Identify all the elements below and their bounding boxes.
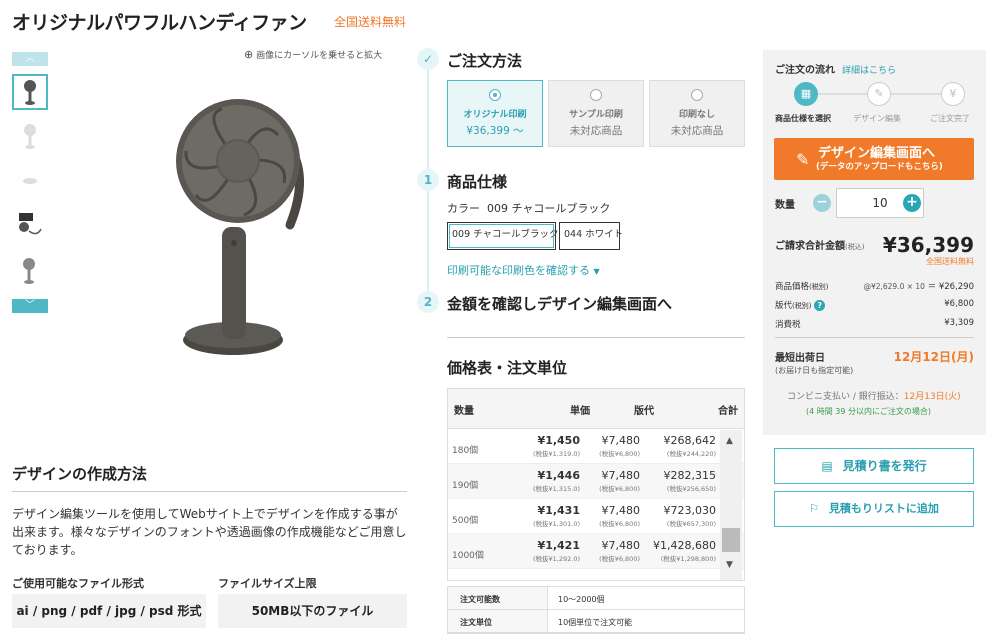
flow-step-2: デザイン編集 [853,114,901,123]
file-formats-label: ご使用可能なファイル形式 [12,577,144,590]
print-color-link[interactable]: 印刷可能な印刷色を確認する ▼ [447,262,600,278]
flow-step-1: 商品仕様を選択 [775,114,831,123]
thumbnail-scroll-up-button[interactable]: ︿ [12,52,48,66]
tax-value: ¥3,309 [944,318,974,328]
price-table-scrollbar[interactable]: ▲ ▼ [720,430,742,580]
thumbnail-5[interactable] [12,254,48,290]
fan-accessories-icon [19,213,42,235]
quantity-increase-button[interactable]: + [903,194,921,212]
convenience-payment-note: コンビニ支払い / 銀行振込：12月13日(火) [787,392,961,402]
thumbnail-4[interactable] [12,206,48,242]
chevron-down-icon: ﹀ [25,300,35,311]
total-label: ご請求合計金額(税込) [775,241,865,252]
radio-icon [691,89,703,101]
order-flow-title: ご注文の流れ 詳細はこちら [775,65,896,76]
thumbnail-1[interactable] [12,74,48,110]
design-method-description: デザイン編集ツールを使用してWebサイト上でデザインを作成する事が出来ます。様々… [12,507,407,557]
flow-details-link[interactable]: 詳細はこちら [842,66,896,76]
bookmark-icon: ⚐ [809,502,819,515]
flow-step-3: ご注文完了 [930,114,970,123]
price-table: 数量 単価 版代 合計 180個 ¥1,450 (税抜¥1,319.0) ¥7,4… [447,388,745,581]
table-row: 180個 ¥1,450 (税抜¥1,319.0) ¥7,480 (税抜¥6,800)… [448,429,744,464]
step-2-heading: 金額を確認しデザイン編集画面へ [447,295,673,313]
divider [775,337,974,338]
edit-icon: ✎ [796,150,810,169]
order-spec-table: 注文可能数 10～2000個 注文単位 10個単位で注文可能 [447,586,745,634]
caret-down-icon: ▼ [593,267,600,276]
step-1-number: 1 [417,169,439,191]
step-2-number: 2 [417,291,439,313]
yen-icon: ¥ [941,82,965,106]
issue-quote-button[interactable]: ▤ 見積り書を発行 [774,448,974,484]
total-amount: ¥36,399 [882,233,974,257]
quantity-decrease-button[interactable]: − [813,194,831,212]
design-method-heading: デザインの作成方法 [12,465,148,483]
ship-date-label: 最短出荷日 [775,353,825,364]
tax-label: 消費税 [775,320,801,330]
spec-heading: 商品仕様 [447,173,508,191]
scrollbar-thumb[interactable] [722,528,740,552]
help-icon[interactable]: ? [814,300,826,311]
design-editor-button[interactable]: ✎ デザイン編集画面へ (データのアップロードもこちら) [774,138,974,180]
price-table-header: 数量 単価 版代 合計 [448,389,744,429]
pencil-icon: ✎ [867,82,891,106]
table-row: 500個 ¥1,431 (税抜¥1,301.0) ¥7,480 (税抜¥6,800)… [448,499,744,534]
table-row: 190個 ¥1,446 (税抜¥1,315.0) ¥7,480 (税抜¥6,800)… [448,464,744,499]
main-product-image[interactable] [160,95,320,365]
magnifier-icon: ⊕ [244,48,254,61]
quantity-label: 数量 [775,200,795,211]
check-icon: ✓ [417,48,439,70]
stand-icon [23,178,37,184]
option-sample-print[interactable]: サンプル印刷 未対応商品 [548,80,644,147]
plate-fee-label: 版代(税別) ? [775,299,826,311]
thumbnail-3[interactable] [12,162,48,198]
scroll-up-arrow-icon[interactable]: ▲ [726,436,733,446]
price-table-heading: 価格表・注文単位 [447,359,568,377]
radio-icon [489,89,501,101]
thumbnail-2[interactable] [12,118,48,154]
chevron-up-icon: ︿ [25,53,35,64]
fan-white-icon [24,124,36,149]
item-price-label: 商品価格(税別) [775,282,829,292]
item-price-value: @¥2,629.0 × 10 ＝ ¥26,290 [863,282,974,292]
total-free-shipping: 全国送料無料 [926,257,974,266]
file-size-label: ファイルサイズ上限 [218,577,317,590]
ship-date-sub: (お届け日も指定可能) [775,366,854,375]
zoom-hint: ⊕ 画像にカーソルを乗せると拡大 [244,48,383,61]
order-method-heading: ご注文方法 [447,52,523,70]
document-icon: ▤ [821,459,833,473]
scroll-down-arrow-icon[interactable]: ▼ [726,560,733,570]
product-title: オリジナルパワフルハンディファン [12,12,307,34]
thumbnail-scroll-down-button[interactable]: ﹀ [12,299,48,313]
ship-date-value: 12月12日(月) [893,350,974,364]
plate-fee-value: ¥6,800 [944,299,974,309]
color-option-charcoal[interactable]: 009 チャコールブラック [447,222,559,250]
radio-icon [590,89,602,101]
free-shipping-label: 全国送料無料 [334,15,407,29]
fan-icon [24,80,36,105]
file-size-value: 50MB以下のファイル [218,594,407,628]
divider [447,337,745,338]
fan-dimension-icon [23,258,35,284]
color-line: カラー 009 チャコールブラック [447,202,611,215]
order-deadline-note: (4 時間 39 分以内にご注文の場合) [806,407,931,416]
gift-icon: ▦ [794,82,818,106]
option-no-print[interactable]: 印刷なし 未対応商品 [649,80,745,147]
add-to-quote-list-button[interactable]: ⚐ 見積もりリストに追加 [774,491,974,527]
option-original-print[interactable]: オリジナル印刷 ¥36,399 ～ [447,80,543,147]
table-row: 1000個 ¥1,421 (税抜¥1,292.0) ¥7,480 (税抜¥6,800… [448,534,744,569]
divider [12,491,407,492]
color-option-white[interactable]: 044 ホワイト [559,222,623,250]
table-row: 注文単位 10個単位で注文可能 [448,610,744,633]
file-formats-value: ai / png / pdf / jpg / psd 形式 [12,594,206,628]
table-row: 注文可能数 10～2000個 [448,587,744,610]
